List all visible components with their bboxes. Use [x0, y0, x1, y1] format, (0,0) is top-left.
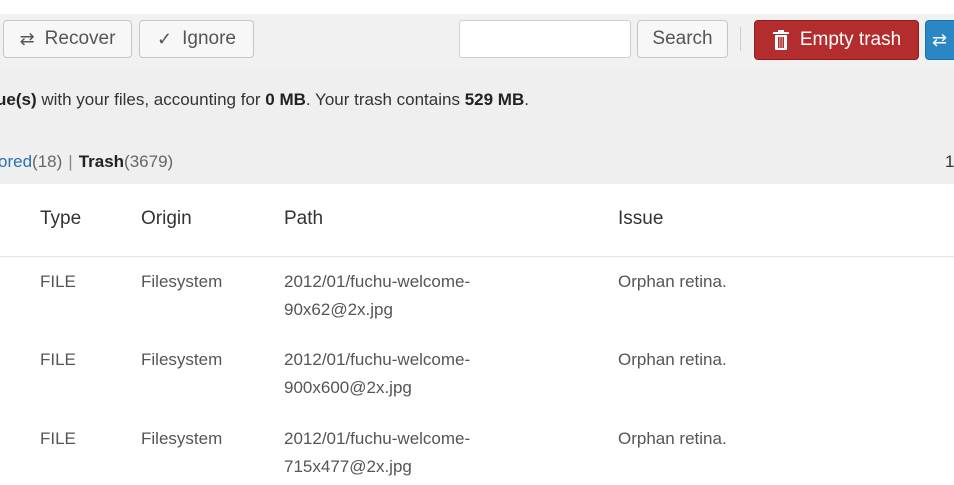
filter-separator: | [68, 152, 73, 171]
cell-path-line2: 90x62@2x.jpg [284, 300, 393, 319]
checkmark-icon: ✓ [157, 28, 173, 49]
summary-text: ue(s) with your files, accounting for 0 … [0, 90, 529, 110]
cell-origin: Filesystem [141, 350, 223, 369]
cell-issue: Orphan retina. [618, 350, 727, 369]
cell-issue: Orphan retina. [618, 429, 727, 448]
summary-prefix: ue(s) [0, 90, 37, 109]
filter-trash-count: (3679) [124, 152, 174, 171]
recover-button[interactable]: ⇄ Recover [3, 20, 132, 58]
cell-path-line2: 900x600@2x.jpg [284, 378, 412, 397]
top-strip [0, 0, 954, 15]
cell-path-line2: 715x477@2x.jpg [284, 457, 412, 476]
cell-path-line1: 2012/01/fuchu-welcome- [284, 272, 471, 291]
summary-suffix: . [524, 90, 529, 109]
toolbar-divider [740, 27, 741, 51]
recover-all-button[interactable]: ⇄ [925, 20, 954, 60]
pagination-count: 1 [945, 152, 954, 171]
recover-icon: ⇄ [19, 28, 35, 49]
column-header-issue[interactable]: Issue [618, 208, 663, 230]
cell-type: FILE [40, 350, 76, 369]
summary-trash-value: 529 MB [464, 90, 525, 109]
ignore-button[interactable]: ✓ Ignore [139, 20, 254, 58]
cell-type: FILE [40, 272, 76, 291]
trash-icon [772, 30, 789, 50]
summary-middle: with your files, accounting for [36, 90, 266, 109]
filter-trash-link[interactable]: Trash [79, 152, 124, 171]
cell-origin: Filesystem [141, 272, 223, 291]
column-header-type[interactable]: Type [40, 208, 81, 230]
search-label: Search [652, 28, 713, 49]
cell-issue: Orphan retina. [618, 272, 727, 291]
filter-links: ored(18) | Trash(3679) [0, 152, 173, 172]
cell-path-line1: 2012/01/fuchu-welcome- [284, 429, 471, 448]
column-header-path[interactable]: Path [284, 208, 323, 230]
ignore-label: Ignore [182, 28, 236, 49]
summary-trash-text: . Your trash contains [305, 90, 465, 109]
cell-path-line1: 2012/01/fuchu-welcome- [284, 350, 471, 369]
empty-trash-label: Empty trash [799, 29, 902, 50]
summary-mb-value: 0 MB [265, 90, 306, 109]
search-button[interactable]: Search [637, 20, 728, 58]
search-input[interactable] [459, 20, 631, 58]
column-header-origin[interactable]: Origin [141, 208, 192, 230]
recover-icon: ⇄ [932, 29, 948, 50]
recover-label: Recover [44, 28, 116, 49]
filter-ignored-link[interactable]: ored [0, 152, 32, 171]
empty-trash-button[interactable]: Empty trash [754, 20, 919, 60]
filter-ignored-count: (18) [32, 152, 63, 171]
cell-type: FILE [40, 429, 76, 448]
cell-origin: Filesystem [141, 429, 223, 448]
